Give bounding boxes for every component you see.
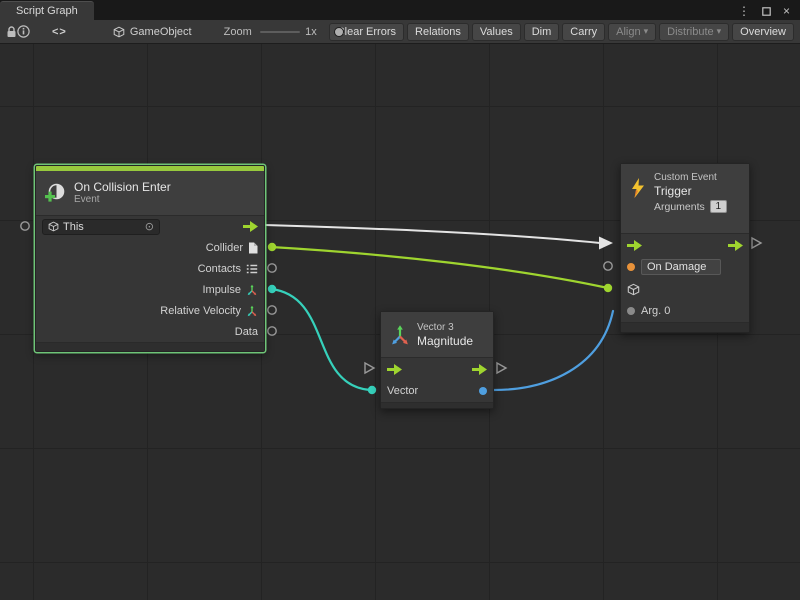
- code-icon[interactable]: <>: [52, 23, 67, 41]
- tab-bar: Script Graph ⋮ ×: [0, 0, 800, 20]
- port-row-contacts[interactable]: Contacts: [36, 258, 264, 279]
- zoom-slider-track: [260, 31, 300, 33]
- unity-script-graph-window: Script Graph ⋮ × <> GameObject Zoom 1x C: [0, 0, 800, 600]
- node-footer: [381, 402, 493, 408]
- node-title: Magnitude: [417, 334, 473, 348]
- zoom-value: 1x: [305, 26, 317, 38]
- values-button[interactable]: Values: [472, 23, 521, 41]
- node-on-collision-enter[interactable]: On Collision Enter Event This ⊙ Coll: [35, 165, 265, 352]
- lightning-icon: [629, 176, 647, 200]
- port-data-output[interactable]: [268, 327, 276, 335]
- port-row-impulse[interactable]: Impulse: [36, 279, 264, 300]
- port-self-input[interactable]: [21, 222, 29, 230]
- graph-canvas[interactable]: On Collision Enter Event This ⊙ Coll: [0, 44, 800, 600]
- port-contacts-output[interactable]: [268, 264, 276, 272]
- self-value: This: [63, 221, 84, 233]
- node-title: Trigger: [654, 184, 727, 198]
- zoom-slider[interactable]: [260, 25, 300, 39]
- arguments-label: Arguments: [654, 201, 705, 213]
- node-type-label: Custom Event: [654, 172, 727, 184]
- control-output-arrow-icon[interactable]: [243, 221, 258, 232]
- close-icon[interactable]: ×: [783, 5, 790, 17]
- port-row-relative-velocity[interactable]: Relative Velocity: [36, 300, 264, 321]
- port-relative-velocity-output[interactable]: [268, 306, 276, 314]
- tab-title: Script Graph: [16, 5, 78, 17]
- dim-button[interactable]: Dim: [524, 23, 560, 41]
- node-magnitude[interactable]: Vector 3 Magnitude Vector: [380, 311, 494, 409]
- maximize-icon[interactable]: [762, 7, 771, 16]
- carry-button[interactable]: Carry: [562, 23, 605, 41]
- node-footer: [36, 342, 264, 351]
- node-subtitle: Event: [74, 194, 171, 206]
- float-output-port[interactable]: [479, 387, 487, 395]
- port-collider-output[interactable]: [268, 243, 276, 251]
- vector3-icon: [246, 305, 258, 317]
- relations-button[interactable]: Relations: [407, 23, 469, 41]
- control-flow-row: [621, 234, 749, 256]
- event-name-input[interactable]: [641, 259, 721, 275]
- port-impulse-output[interactable]: [268, 285, 276, 293]
- event-target-row[interactable]: [621, 278, 749, 300]
- port-vector-input[interactable]: [368, 386, 376, 394]
- window-controls: ⋮ ×: [738, 5, 800, 20]
- document-icon: [248, 242, 258, 254]
- zoom-label: Zoom: [224, 26, 252, 38]
- self-target-row: This ⊙: [36, 216, 264, 237]
- cube-icon: [113, 26, 125, 38]
- event-name-row: [621, 256, 749, 278]
- cube-icon: [48, 221, 59, 232]
- object-picker-icon[interactable]: ⊙: [145, 220, 154, 233]
- argument-0-row[interactable]: Arg. 0: [621, 300, 749, 322]
- port-event-target-input[interactable]: [604, 284, 612, 292]
- tab-script-graph[interactable]: Script Graph: [0, 1, 94, 20]
- string-input-port[interactable]: [627, 263, 635, 271]
- control-output-arrow-icon[interactable]: [472, 364, 487, 375]
- graph-toolbar: <> GameObject Zoom 1x Clear Errors Relat…: [0, 20, 800, 44]
- vector3-icon: [389, 324, 411, 346]
- distribute-dropdown[interactable]: Distribute▾: [659, 23, 729, 41]
- lock-icon[interactable]: [6, 23, 17, 41]
- node-type-label: Vector 3: [417, 322, 473, 334]
- vector3-icon: [246, 284, 258, 296]
- port-event-name-input[interactable]: [604, 262, 612, 270]
- collision-event-icon: [44, 182, 66, 204]
- overview-button[interactable]: Overview: [732, 23, 794, 41]
- menu-icon[interactable]: ⋮: [738, 5, 750, 17]
- arguments-count-input[interactable]: [710, 200, 727, 213]
- node-footer: [621, 322, 749, 332]
- align-dropdown[interactable]: Align▾: [608, 23, 656, 41]
- port-row-data[interactable]: Data: [36, 321, 264, 342]
- cube-icon: [627, 283, 640, 296]
- info-icon[interactable]: [17, 23, 30, 41]
- zoom-slider-handle[interactable]: [334, 27, 344, 37]
- control-output-arrow-icon[interactable]: [728, 240, 743, 251]
- control-input-arrow-icon[interactable]: [387, 364, 402, 375]
- gameobject-label: GameObject: [130, 26, 192, 38]
- argument-input-port[interactable]: [627, 307, 635, 315]
- chevron-down-icon: ▾: [717, 26, 722, 37]
- node-title: On Collision Enter: [74, 180, 171, 194]
- target-self-dropdown[interactable]: This ⊙: [42, 219, 160, 235]
- control-input-arrow-icon[interactable]: [627, 240, 642, 251]
- control-flow-row: [381, 358, 493, 380]
- vector-input-row[interactable]: Vector: [381, 380, 493, 402]
- list-icon: [246, 264, 258, 274]
- port-row-collider[interactable]: Collider: [36, 237, 264, 258]
- node-trigger-custom-event[interactable]: Custom Event Trigger Arguments: [620, 163, 750, 333]
- chevron-down-icon: ▾: [644, 26, 649, 37]
- gameobject-reference[interactable]: GameObject: [113, 26, 192, 38]
